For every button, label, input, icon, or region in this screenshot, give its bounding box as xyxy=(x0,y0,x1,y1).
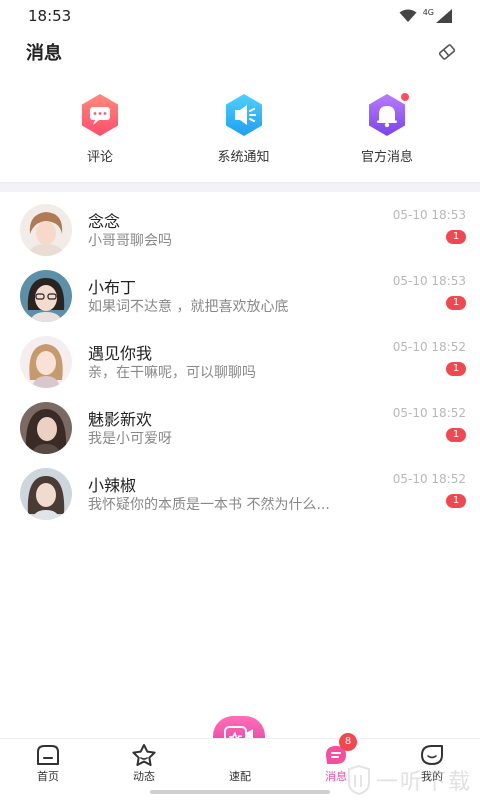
message-preview: 如果词不达意 ，就把喜欢放心底 xyxy=(88,299,289,315)
list-item[interactable]: 魅影新欢 我是小可爱呀 05-10 18:52 1 xyxy=(0,394,480,460)
message-preview: 亲，在干嘛呢，可以聊聊吗 xyxy=(88,365,256,381)
clear-all-icon[interactable] xyxy=(434,39,460,65)
home-icon xyxy=(35,743,61,767)
message-preview: 我怀疑你的本质是一本书 不然为什么... xyxy=(88,497,330,513)
message-time: 05-10 18:53 xyxy=(392,208,466,222)
network-type: 4G xyxy=(422,7,434,17)
watermark: 一听下载 xyxy=(346,764,472,796)
shortcut-label: 官方消息 xyxy=(360,150,413,165)
contact-name: 念念 xyxy=(88,212,121,231)
avatar[interactable] xyxy=(20,204,72,256)
comment-icon xyxy=(77,92,123,138)
nav-label: 速配 xyxy=(229,770,251,783)
unread-badge: 1 xyxy=(446,362,466,376)
unread-badge: 1 xyxy=(446,428,466,442)
status-bar: 18:53 4G xyxy=(0,0,480,32)
avatar[interactable] xyxy=(20,270,72,322)
nav-moments[interactable]: 动态 xyxy=(96,743,192,784)
avatar[interactable] xyxy=(20,336,72,388)
unread-badge: 1 xyxy=(446,494,466,508)
signal-icon xyxy=(436,9,452,23)
unread-badge: 1 xyxy=(446,296,466,310)
message-time: 05-10 18:52 xyxy=(392,340,466,354)
section-divider xyxy=(0,182,480,192)
speaker-icon xyxy=(221,92,267,138)
header: 消息 xyxy=(0,32,480,72)
contact-name: 遇见你我 xyxy=(88,344,153,363)
unread-dot xyxy=(400,92,410,102)
unread-badge: 1 xyxy=(446,230,466,244)
nav-label: 首页 xyxy=(37,770,59,783)
avatar[interactable] xyxy=(20,468,72,520)
status-time: 18:53 xyxy=(28,7,72,25)
message-time: 05-10 18:52 xyxy=(392,406,466,420)
nav-home[interactable]: 首页 xyxy=(0,743,96,784)
avatar[interactable] xyxy=(20,402,72,454)
shortcut-comments[interactable]: 评论 xyxy=(45,92,155,182)
star-icon xyxy=(131,743,157,767)
contact-name: 魅影新欢 xyxy=(88,410,153,429)
list-item[interactable]: 念念 小哥哥聊会吗 05-10 18:53 1 xyxy=(0,196,480,262)
status-icons: 4G xyxy=(399,7,452,23)
shortcut-row: 评论 系统通知 官方消息 xyxy=(0,72,480,182)
list-item[interactable]: 遇见你我 亲，在干嘛呢，可以聊聊吗 05-10 18:52 1 xyxy=(0,328,480,394)
nav-label: 消息 xyxy=(325,770,347,783)
message-preview: 小哥哥聊会吗 xyxy=(88,233,172,249)
contact-name: 小辣椒 xyxy=(88,476,137,495)
list-item[interactable]: 小布丁 如果词不达意 ，就把喜欢放心底 05-10 18:53 1 xyxy=(0,262,480,328)
shortcut-system-notice[interactable]: 系统通知 xyxy=(189,92,299,182)
list-item[interactable]: 小辣椒 我怀疑你的本质是一本书 不然为什么... 05-10 18:52 1 xyxy=(0,460,480,526)
nav-label: 动态 xyxy=(133,770,155,783)
bell-icon xyxy=(364,92,410,138)
shortcut-official-messages[interactable]: 官方消息 xyxy=(332,92,442,182)
message-time: 05-10 18:53 xyxy=(392,274,466,288)
watermark-text: 一听下载 xyxy=(375,770,472,795)
shortcut-label: 系统通知 xyxy=(217,150,270,165)
message-time: 05-10 18:52 xyxy=(392,472,466,486)
nav-unread-badge: 8 xyxy=(339,733,357,751)
shortcut-label: 评论 xyxy=(86,150,113,165)
wifi-icon xyxy=(399,9,417,22)
page-title: 消息 xyxy=(26,43,62,64)
nav-match[interactable]: 速配 xyxy=(192,743,288,784)
message-list: 念念 小哥哥聊会吗 05-10 18:53 1 小布丁 如果词不达意 ，就把喜欢… xyxy=(0,192,480,526)
message-preview: 我是小可爱呀 xyxy=(88,431,172,447)
watermark-logo-icon xyxy=(347,765,370,795)
contact-name: 小布丁 xyxy=(88,278,137,297)
home-indicator[interactable] xyxy=(150,790,330,794)
